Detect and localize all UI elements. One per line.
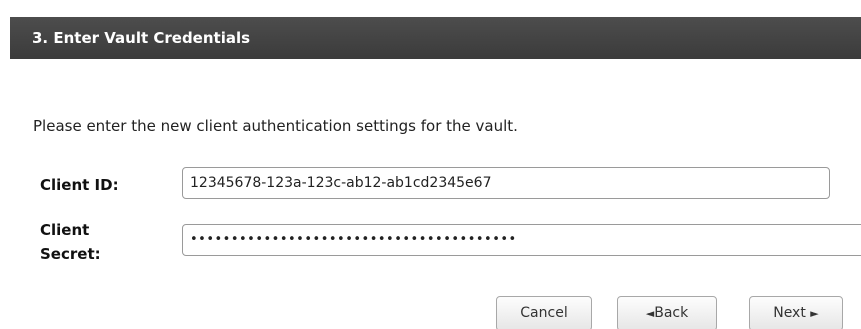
client-secret-value: •••••••••••••••••••••••••••••••••••••••• xyxy=(190,232,517,247)
client-secret-label: Client Secret: xyxy=(40,218,150,266)
client-id-label: Client ID: xyxy=(40,176,119,194)
cancel-button-label: Cancel xyxy=(520,305,568,321)
next-button-label: Next xyxy=(773,305,806,321)
instruction-text: Please enter the new client authenticati… xyxy=(33,117,518,135)
client-id-field[interactable]: 12345678-123a-123c-ab12-ab1cd2345e67 xyxy=(182,167,830,199)
back-button-label: Back xyxy=(654,305,689,321)
client-secret-field[interactable]: •••••••••••••••••••••••••••••••••••••••• xyxy=(182,224,861,256)
cancel-button[interactable]: Cancel xyxy=(496,296,592,329)
client-id-value: 12345678-123a-123c-ab12-ab1cd2345e67 xyxy=(190,175,492,191)
back-button[interactable]: ◄Back xyxy=(617,296,717,329)
client-secret-label-line2: Secret: xyxy=(40,245,101,263)
next-button[interactable]: Next ► xyxy=(749,296,843,329)
back-arrow-icon: ◄ xyxy=(645,307,655,320)
section-title: 3. Enter Vault Credentials xyxy=(32,29,251,47)
vault-credentials-page: 3. Enter Vault Credentials Please enter … xyxy=(0,0,861,329)
next-arrow-icon: ► xyxy=(810,307,819,320)
section-header: 3. Enter Vault Credentials xyxy=(10,17,861,59)
client-secret-label-line1: Client xyxy=(40,221,90,239)
